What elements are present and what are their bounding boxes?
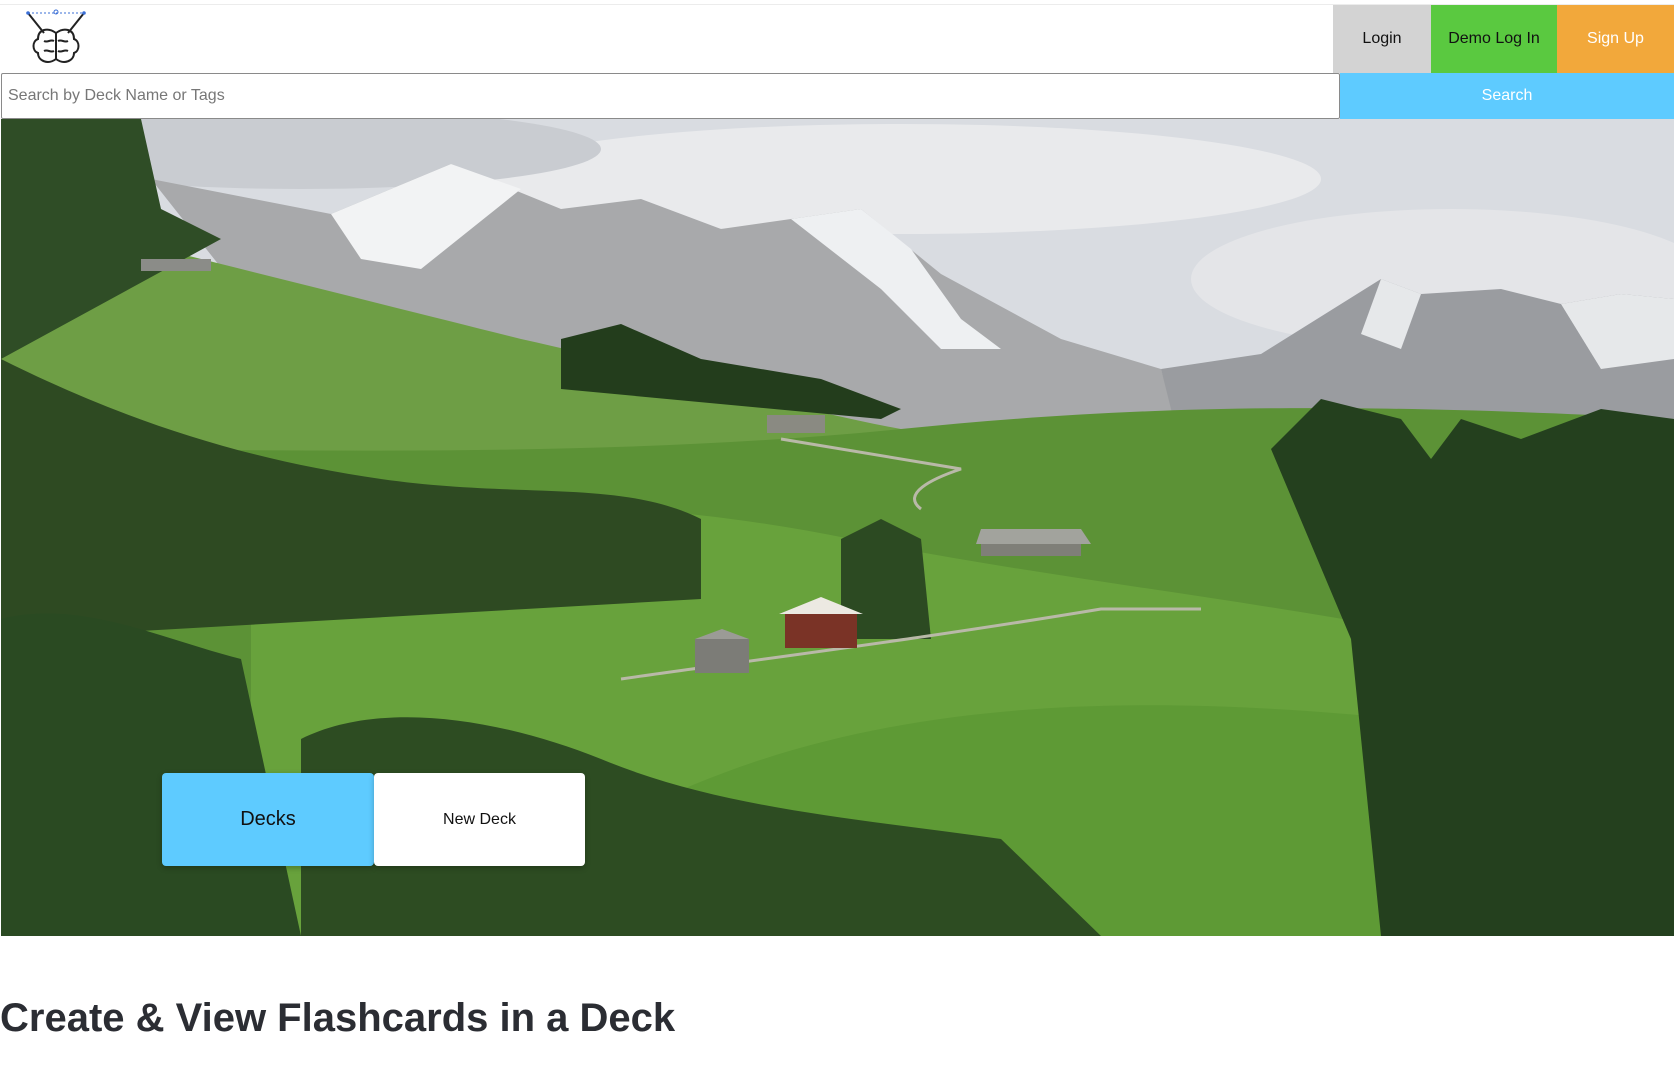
search-input[interactable] [1, 73, 1340, 119]
signup-button[interactable]: Sign Up [1557, 5, 1674, 73]
hero-banner: Decks New Deck [1, 119, 1674, 936]
top-nav: Login Demo Log In Sign Up [0, 4, 1674, 73]
decks-button[interactable]: Decks [162, 773, 374, 866]
login-button[interactable]: Login [1333, 5, 1431, 73]
page: Login Demo Log In Sign Up Search by Deck… [0, 0, 1674, 1080]
brain-logo-icon[interactable] [24, 9, 88, 73]
demo-login-button[interactable]: Demo Log In [1431, 5, 1557, 73]
new-deck-button[interactable]: New Deck [374, 773, 585, 866]
page-title: Create & View Flashcards in a Deck [0, 996, 676, 1040]
search-button[interactable]: Search [1340, 73, 1674, 119]
